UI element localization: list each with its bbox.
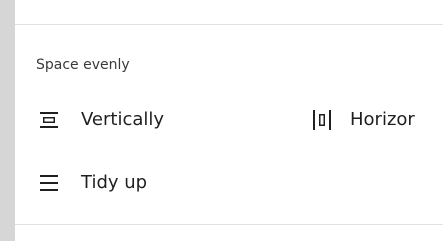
tidy-up-icon: [37, 171, 61, 195]
space-vertically-button[interactable]: Vertically: [37, 105, 164, 135]
divider-top: [15, 24, 443, 25]
space-horizontally-label: Horizor: [350, 109, 415, 130]
tidy-up-label: Tidy up: [81, 172, 148, 193]
space-horizontally-button[interactable]: Horizor: [310, 105, 415, 135]
space-vertically-label: Vertically: [81, 109, 165, 130]
distribute-horizontal-icon: [310, 108, 334, 132]
arrange-panel: Space evenly Vertically Horizor Tidy up: [15, 0, 443, 241]
tidy-up-button[interactable]: Tidy up: [37, 168, 147, 198]
distribute-vertical-icon: [37, 108, 61, 132]
space-evenly-heading: Space evenly: [36, 57, 130, 73]
divider-bottom: [15, 224, 443, 225]
